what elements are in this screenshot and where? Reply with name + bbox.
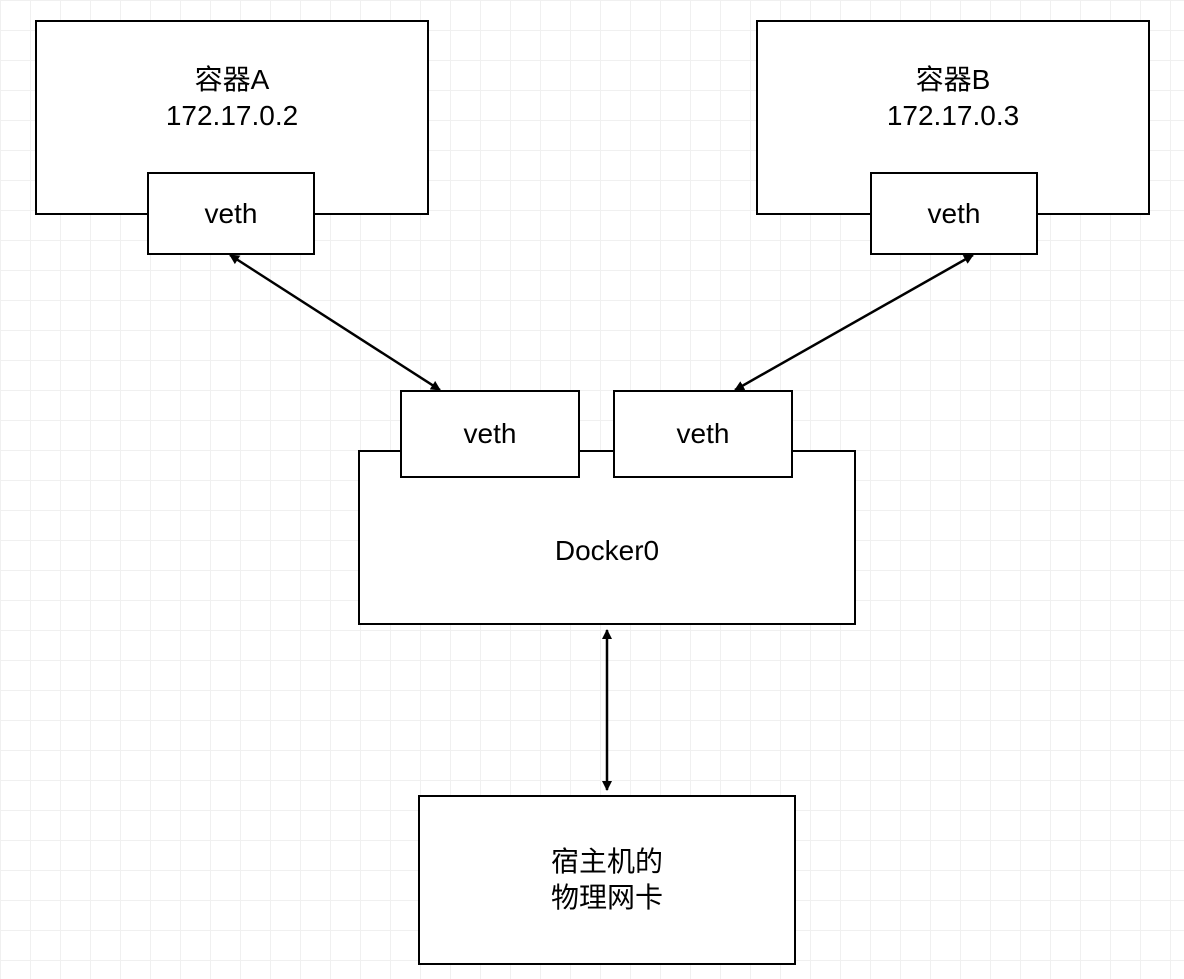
bridge-veth-right-label: veth [677,418,730,450]
container-a-title: 容器A [195,62,270,98]
bridge-veth-left-label: veth [464,418,517,450]
bridge-veth-right-box: veth [613,390,793,478]
container-a-veth-box: veth [147,172,315,255]
host-nic-line2: 物理网卡 [551,880,663,916]
bridge-veth-left-box: veth [400,390,580,478]
container-b-veth-box: veth [870,172,1038,255]
host-nic-line1: 宿主机的 [551,844,663,880]
container-b-ip: 172.17.0.3 [887,98,1019,134]
container-a-ip: 172.17.0.2 [166,98,298,134]
container-b-title: 容器B [916,62,991,98]
container-b-veth-label: veth [928,198,981,230]
docker0-label: Docker0 [555,533,659,569]
container-a-veth-label: veth [205,198,258,230]
host-nic-box: 宿主机的 物理网卡 [418,795,796,965]
